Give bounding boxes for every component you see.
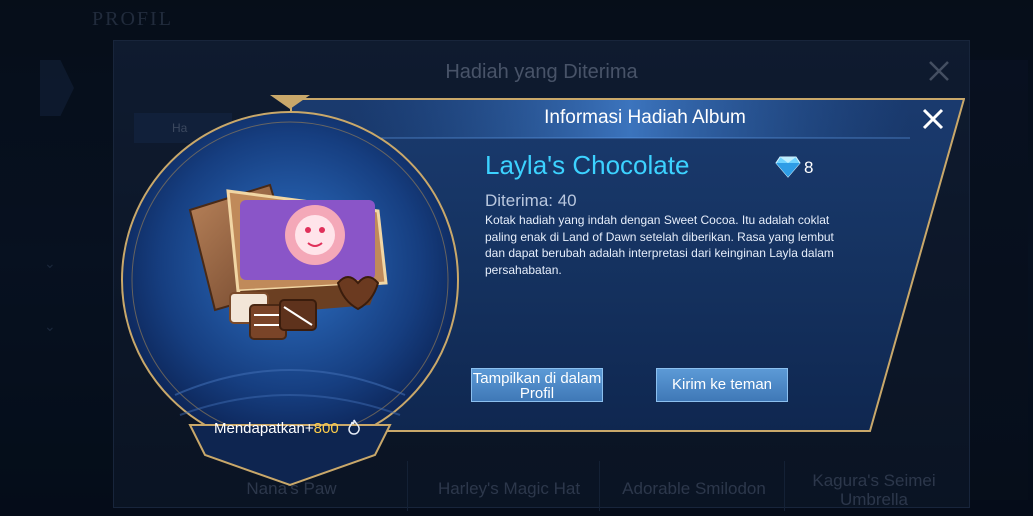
diamond-count: 8 — [804, 158, 814, 177]
close-icon[interactable] — [918, 104, 948, 134]
dialog-title: Informasi Hadiah Album — [544, 107, 746, 128]
earn-label: Mendapatkan+ — [214, 420, 314, 437]
send-to-friend-button[interactable]: Kirim ke teman — [656, 368, 788, 402]
show-in-profile-button[interactable]: Tampilkan di dalam Profil — [471, 368, 603, 402]
earn-value: 800 — [313, 420, 339, 437]
gift-name: Layla's Chocolate — [485, 150, 690, 180]
earn-popularity: Mendapatkan+800 — [214, 419, 361, 439]
diamond-icon — [775, 156, 801, 178]
received-count: Diterima: 40 — [485, 191, 577, 210]
flame-icon — [347, 419, 361, 439]
gift-description: Kotak hadiah yang indah dengan Sweet Coc… — [485, 213, 834, 277]
